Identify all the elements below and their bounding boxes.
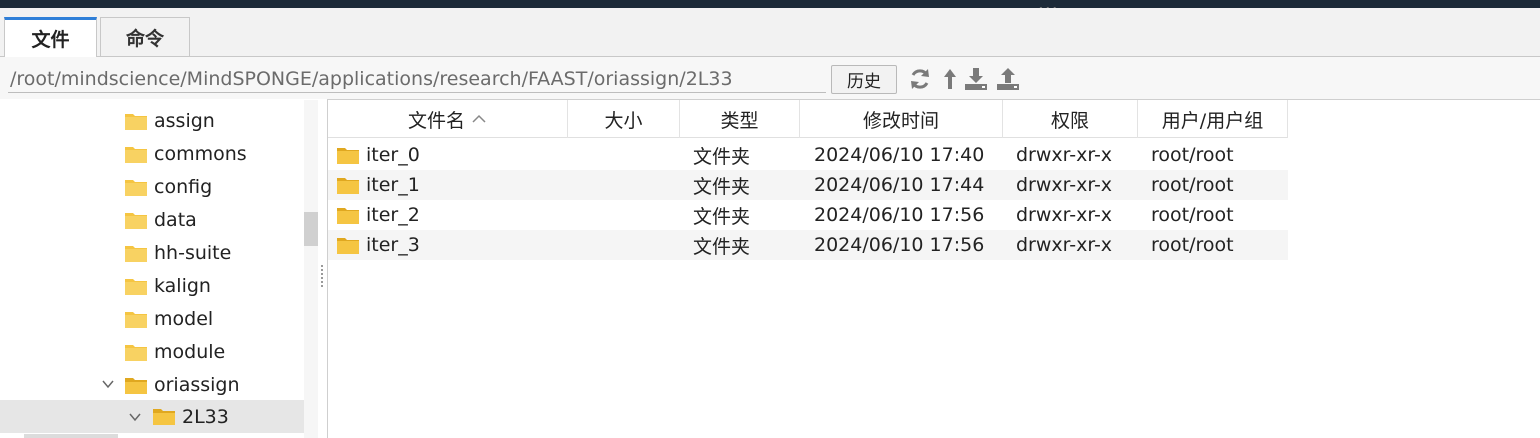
file-name: iter_0: [366, 144, 420, 166]
splitter-grip-icon[interactable]: [321, 265, 326, 287]
file-permissions: drwxr-xr-x: [1016, 174, 1113, 196]
column-label: 文件名: [407, 109, 465, 132]
folder-icon: [337, 148, 359, 164]
file-type: 文件夹: [693, 205, 751, 228]
file-modified: 2024/06/10 17:56: [814, 204, 985, 226]
chevron-down-icon[interactable]: [101, 377, 115, 391]
sort-ascending-icon: [472, 114, 486, 123]
download-icon[interactable]: [963, 66, 989, 92]
tree-item-data[interactable]: data: [124, 203, 197, 236]
directory-tree: assign commons config data hh-suite kali…: [0, 100, 318, 438]
table-row[interactable]: iter_1 文件夹 2024/06/10 17:44 drwxr-xr-x r…: [328, 170, 1288, 200]
table-row[interactable]: iter_3 文件夹 2024/06/10 17:56 drwxr-xr-x r…: [328, 230, 1288, 260]
file-name: iter_3: [366, 234, 420, 256]
file-owner: root/root: [1151, 204, 1234, 226]
up-arrow-icon[interactable]: [937, 66, 963, 92]
tree-item-commons[interactable]: commons: [124, 137, 247, 170]
file-owner: root/root: [1151, 144, 1234, 166]
path-bar: 历史: [0, 57, 1540, 99]
tree-item-label: data: [154, 208, 197, 231]
tree-scrollbar[interactable]: [304, 100, 318, 438]
tab-bar: 文件 命令: [0, 8, 1540, 58]
file-permissions: drwxr-xr-x: [1016, 204, 1113, 226]
tree-item-label: assign: [154, 109, 215, 132]
folder-icon: [125, 311, 147, 328]
tree-scrollbar-thumb[interactable]: [304, 212, 318, 246]
tree-item-label: module: [154, 340, 226, 363]
file-modified: 2024/06/10 17:44: [814, 174, 985, 196]
file-type: 文件夹: [693, 175, 751, 198]
file-name: iter_1: [366, 174, 420, 196]
tree-item-label: oriassign: [154, 373, 240, 396]
tree-item-label: hh-suite: [154, 241, 232, 264]
folder-icon: [125, 344, 147, 361]
tree-item-label: kalign: [154, 274, 211, 297]
file-type: 文件夹: [693, 235, 751, 258]
tree-item-kalign[interactable]: kalign: [124, 269, 211, 302]
tab-commands[interactable]: 命令: [100, 17, 190, 57]
tree-item-2L33[interactable]: 2L33: [0, 400, 304, 433]
history-button[interactable]: 历史: [831, 65, 897, 94]
file-name: iter_2: [366, 204, 420, 226]
tree-horizontal-scrollbar[interactable]: [24, 434, 118, 438]
column-header-type[interactable]: 类型: [680, 100, 800, 138]
folder-icon: [125, 212, 147, 229]
upload-icon[interactable]: [995, 66, 1021, 92]
refresh-icon[interactable]: [907, 66, 933, 92]
folder-icon: [337, 238, 359, 254]
column-header-permissions[interactable]: 权限: [1003, 100, 1138, 138]
tree-item-label: commons: [154, 142, 247, 165]
tree-item-assign[interactable]: assign: [124, 104, 215, 137]
column-header-size[interactable]: 大小: [568, 100, 680, 138]
file-permissions: drwxr-xr-x: [1016, 144, 1113, 166]
folder-icon: [125, 179, 147, 196]
tree-item-label: 2L33: [182, 405, 229, 428]
path-input[interactable]: [8, 65, 826, 93]
folder-icon: [337, 178, 359, 194]
folder-icon: [125, 278, 147, 295]
folder-icon: [337, 208, 359, 224]
folder-icon: [125, 146, 147, 163]
tab-files[interactable]: 文件: [4, 17, 97, 58]
tree-item-module[interactable]: module: [124, 335, 225, 368]
folder-open-icon: [125, 377, 147, 394]
tree-item-hh-suite[interactable]: hh-suite: [124, 236, 231, 269]
file-list-panel: 文件名 大小 类型 修改时间 权限 用户/用户组 iter_0 文件夹 2024…: [327, 99, 1540, 438]
file-modified: 2024/06/10 17:56: [814, 234, 985, 256]
file-list-header: 文件名 大小 类型 修改时间 权限 用户/用户组: [328, 100, 1288, 138]
folder-icon: [125, 245, 147, 262]
tree-item-config[interactable]: config: [124, 170, 212, 203]
tree-item-model[interactable]: model: [124, 302, 213, 335]
column-header-name[interactable]: 文件名: [328, 100, 568, 138]
terminal-strip: [0, 0, 1540, 8]
folder-open-icon: [153, 409, 175, 425]
file-type: 文件夹: [693, 145, 751, 168]
table-row[interactable]: iter_2 文件夹 2024/06/10 17:56 drwxr-xr-x r…: [328, 200, 1288, 230]
file-owner: root/root: [1151, 174, 1234, 196]
tree-item-label: config: [154, 175, 213, 198]
file-permissions: drwxr-xr-x: [1016, 234, 1113, 256]
chevron-down-icon[interactable]: [128, 410, 142, 424]
file-owner: root/root: [1151, 234, 1234, 256]
file-modified: 2024/06/10 17:40: [814, 144, 985, 166]
folder-icon: [125, 113, 147, 130]
tree-item-oriassign[interactable]: oriassign: [124, 368, 240, 401]
column-header-modified[interactable]: 修改时间: [800, 100, 1003, 138]
table-row[interactable]: iter_0 文件夹 2024/06/10 17:40 drwxr-xr-x r…: [328, 140, 1288, 170]
tree-item-label: model: [154, 307, 214, 330]
column-header-owner[interactable]: 用户/用户组: [1138, 100, 1288, 138]
